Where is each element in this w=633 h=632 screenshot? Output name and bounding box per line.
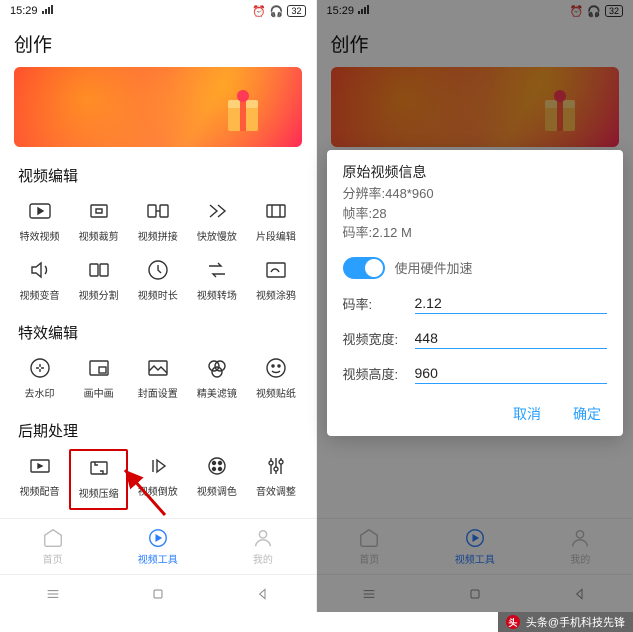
- modal-fps: 帧率:28: [343, 204, 608, 224]
- tool-color[interactable]: 视频调色: [187, 449, 246, 510]
- section-fx-edit: 特效编辑: [4, 316, 312, 351]
- tool-compress[interactable]: 视频压缩: [69, 449, 128, 510]
- bitrate-input[interactable]: [415, 293, 608, 314]
- page-title: 创作: [0, 22, 316, 67]
- height-input[interactable]: [415, 363, 608, 384]
- sys-menu-icon[interactable]: [45, 586, 61, 602]
- tool-pip[interactable]: 画中画: [69, 351, 128, 408]
- gift-icon: [218, 86, 278, 141]
- bitrate-label: 码率:: [343, 294, 403, 313]
- tool-audio-adjust[interactable]: 音效调整: [246, 449, 305, 510]
- tool-crop[interactable]: 视频裁剪: [69, 194, 128, 251]
- width-label: 视频宽度:: [343, 329, 403, 348]
- section-video-edit: 视频编辑: [4, 159, 312, 194]
- tool-reverse[interactable]: 视频倒放: [128, 449, 187, 510]
- tool-dubbing[interactable]: 视频配音: [10, 449, 69, 510]
- cancel-button[interactable]: 取消: [507, 400, 547, 428]
- attribution-bar: 头 头条@手机科技先锋: [498, 612, 633, 632]
- headphones-icon: 🎧: [270, 5, 284, 18]
- toutiao-logo-icon: 头: [506, 615, 520, 629]
- tool-remove-watermark[interactable]: 去水印: [10, 351, 69, 408]
- status-bar: 15:29 ⏰ 🎧 32: [0, 0, 316, 22]
- confirm-button[interactable]: 确定: [567, 400, 607, 428]
- tool-duration[interactable]: 视频时长: [128, 253, 187, 310]
- hw-accel-switch[interactable]: [343, 257, 385, 279]
- modal-title: 原始视频信息: [343, 162, 608, 182]
- sys-home-icon[interactable]: [150, 586, 166, 602]
- tool-split[interactable]: 视频分割: [69, 253, 128, 310]
- left-screen: 15:29 ⏰ 🎧 32 创作 视频编辑 特效视频 视频裁剪 视频拼接 快放慢放…: [0, 0, 317, 612]
- modal-resolution: 分辨率:448*960: [343, 184, 608, 204]
- hw-accel-label: 使用硬件加速: [395, 258, 473, 277]
- system-nav: [0, 574, 316, 612]
- nav-tools[interactable]: 视频工具: [105, 519, 210, 574]
- width-input[interactable]: [415, 328, 608, 349]
- promo-banner[interactable]: [14, 67, 302, 147]
- sys-back-icon[interactable]: [255, 586, 271, 602]
- tool-clip-edit[interactable]: 片段编辑: [246, 194, 305, 251]
- compress-modal: 原始视频信息 分辨率:448*960 帧率:28 码率:2.12 M 使用硬件加…: [327, 150, 624, 436]
- modal-bitrate-info: 码率:2.12 M: [343, 223, 608, 243]
- bottom-nav: 首页 视频工具 我的: [0, 518, 316, 574]
- tool-transition[interactable]: 视频转场: [187, 253, 246, 310]
- height-label: 视频高度:: [343, 364, 403, 383]
- tool-merge[interactable]: 视频拼接: [128, 194, 187, 251]
- section-post: 后期处理: [4, 414, 312, 449]
- tool-filter[interactable]: 精美滤镜: [187, 351, 246, 408]
- nav-home[interactable]: 首页: [0, 519, 105, 574]
- right-screen: 15:29 ⏰ 🎧 32 创作 首页 视频工具 我的 原始视频信息 分辨率:44…: [317, 0, 633, 612]
- tool-cover[interactable]: 封面设置: [128, 351, 187, 408]
- tool-fx-video[interactable]: 特效视频: [10, 194, 69, 251]
- tool-speed[interactable]: 快放慢放: [187, 194, 246, 251]
- tool-sticker[interactable]: 视频贴纸: [246, 351, 305, 408]
- tool-doodle[interactable]: 视频涂鸦: [246, 253, 305, 310]
- nav-mine[interactable]: 我的: [210, 519, 315, 574]
- tool-voice-change[interactable]: 视频变音: [10, 253, 69, 310]
